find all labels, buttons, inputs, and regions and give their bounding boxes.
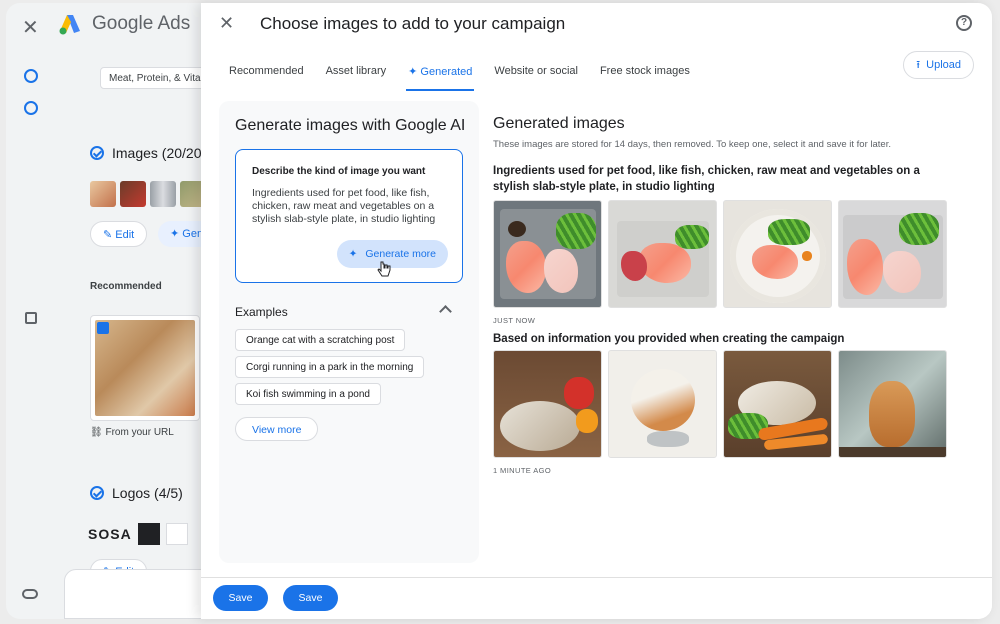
step-circle-icon[interactable] xyxy=(24,101,38,115)
check-circle-icon xyxy=(90,146,104,160)
recommended-image-card[interactable] xyxy=(90,315,200,421)
cat xyxy=(869,381,915,448)
tab-recommended[interactable]: Recommended xyxy=(229,61,304,87)
cloud-icon[interactable] xyxy=(22,589,38,599)
thumbnail[interactable] xyxy=(90,181,116,207)
generated-image[interactable] xyxy=(838,350,947,459)
save-button[interactable]: Save xyxy=(283,585,338,611)
recommended-image xyxy=(95,320,195,416)
dialog-footer: Save Save xyxy=(201,577,992,619)
cat xyxy=(500,401,580,452)
food-bowl xyxy=(647,431,689,448)
prompt-text[interactable]: Ingredients used for pet food, like fish… xyxy=(252,187,446,226)
timestamp: 1 MINUTE AGO xyxy=(493,466,552,476)
campaign-assets-panel: Meat, Protein, & Vita Images (20/20) ✎ E… xyxy=(66,49,220,609)
logo-text[interactable]: SOSA xyxy=(88,526,132,542)
hand-cursor-icon xyxy=(377,261,391,277)
upload-icon: ⭱ xyxy=(916,58,921,71)
greens xyxy=(768,219,810,246)
generate-card: Generate images with Google AI Describe … xyxy=(219,101,479,563)
tab-bar: Recommended Asset library ✦ Generated We… xyxy=(229,61,712,91)
generated-image[interactable] xyxy=(493,200,602,309)
logo-thumbnail[interactable] xyxy=(165,523,188,545)
salmon xyxy=(847,239,883,296)
generated-image[interactable] xyxy=(838,200,947,309)
results-subtitle: These images are stored for 14 days, the… xyxy=(493,139,891,150)
results-title: Generated images xyxy=(493,115,625,132)
sparkle-icon: ✦ xyxy=(408,66,421,78)
generated-images-section: Generated images These images are stored… xyxy=(493,115,963,475)
generated-image[interactable] xyxy=(608,350,717,459)
view-more-button[interactable]: View more xyxy=(235,417,319,441)
lock-icon xyxy=(25,312,37,324)
red-pepper xyxy=(564,377,594,410)
tab-asset-library[interactable]: Asset library xyxy=(326,61,387,87)
orange-pepper xyxy=(576,409,598,434)
upload-button[interactable]: ⭱ Upload xyxy=(903,51,974,79)
raw-meat xyxy=(621,251,647,282)
greens xyxy=(675,225,709,250)
greens xyxy=(899,213,939,246)
example-chip[interactable]: Corgi running in a park in the morning xyxy=(235,356,425,378)
cat xyxy=(631,369,695,432)
generated-image[interactable] xyxy=(723,200,832,309)
tab-website-or-social[interactable]: Website or social xyxy=(494,61,578,87)
example-chip[interactable]: Orange cat with a scratching post xyxy=(235,329,406,351)
save-button[interactable]: Save xyxy=(213,585,268,611)
image-row xyxy=(493,350,963,459)
greens xyxy=(556,213,596,250)
help-icon[interactable]: ? xyxy=(956,15,972,31)
thumbnail[interactable] xyxy=(150,181,176,207)
brand-name: Google Ads xyxy=(92,13,191,34)
logo-thumbnail[interactable] xyxy=(137,523,160,545)
generated-image[interactable] xyxy=(723,350,832,459)
dialog-header: ✕ Choose images to add to your campaign … xyxy=(201,3,992,47)
check-step-icon[interactable] xyxy=(24,69,38,83)
generated-image[interactable] xyxy=(493,350,602,459)
nav-rail xyxy=(6,47,56,619)
tomato xyxy=(802,251,812,262)
checkbox-icon[interactable] xyxy=(97,322,109,334)
recommended-label: Recommended xyxy=(90,281,162,292)
prompt-label: Describe the kind of image you want xyxy=(252,166,426,177)
tab-generated[interactable]: ✦ Generated xyxy=(406,61,475,91)
image-row xyxy=(493,200,963,309)
sparkle-icon: ✦ xyxy=(348,248,358,260)
example-chip[interactable]: Koi fish swimming in a pond xyxy=(235,383,381,405)
edit-images-button[interactable]: ✎ Edit xyxy=(90,221,148,247)
dialog-title: Choose images to add to your campaign xyxy=(260,14,566,33)
bottom-card xyxy=(64,569,214,619)
prompt-input[interactable]: Describe the kind of image you want Ingr… xyxy=(235,149,463,283)
logos-section-title: Logos (4/5) xyxy=(90,485,183,501)
examples-header[interactable]: Examples xyxy=(235,305,455,319)
check-circle-icon xyxy=(90,486,104,500)
fish-fillet xyxy=(544,249,578,294)
google-ads-logo-icon xyxy=(59,15,80,35)
window-sill xyxy=(839,447,946,458)
close-icon[interactable]: ✕ xyxy=(22,15,39,40)
thumbnail[interactable] xyxy=(120,181,146,207)
timestamp: JUST NOW xyxy=(493,316,536,326)
choose-images-dialog: ✕ Choose images to add to your campaign … xyxy=(201,3,992,619)
generated-image[interactable] xyxy=(608,200,717,309)
generate-title: Generate images with Google AI xyxy=(235,117,466,134)
group-caption: Ingredients used for pet food, like fish… xyxy=(493,165,920,194)
logo-thumbnails: SOSA xyxy=(88,523,188,545)
generate-more-button[interactable]: ✦ Generate more xyxy=(336,240,448,268)
images-section-title: Images (20/20) xyxy=(90,145,206,161)
from-url-label: ⛓ From your URL xyxy=(90,427,174,438)
close-icon[interactable]: ✕ xyxy=(219,13,234,34)
group-caption: Based on information you provided when c… xyxy=(493,333,845,346)
image-thumbnails xyxy=(90,181,206,207)
tab-free-stock-images[interactable]: Free stock images xyxy=(600,61,690,87)
